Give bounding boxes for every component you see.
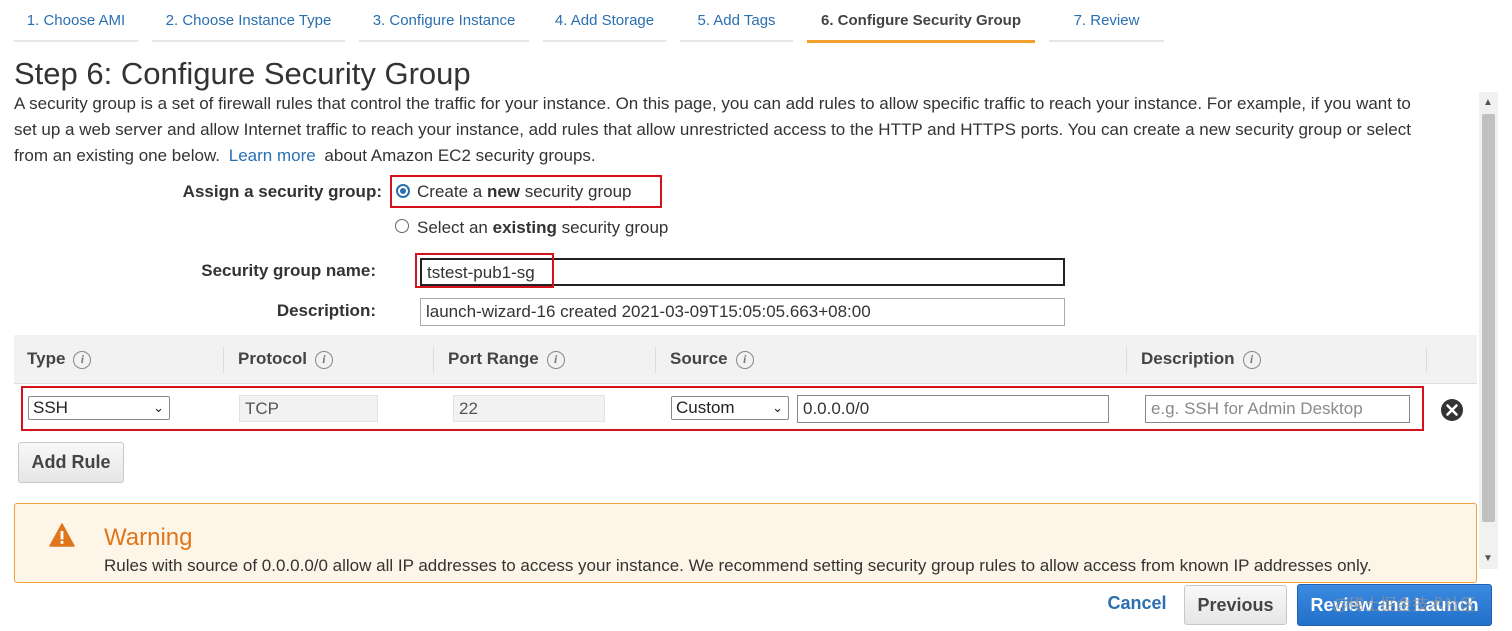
intro-text-post: about Amazon EC2 security groups. <box>324 146 596 165</box>
header-separator <box>223 347 224 373</box>
rules-table-header: Type i Protocol i Port Range i Source i Desc… <box>14 335 1477 384</box>
info-icon[interactable]: i <box>1242 350 1261 369</box>
intro-text-pre: from an existing one below. <box>14 146 221 165</box>
header-port-range-label: Port Range <box>448 349 539 368</box>
description-label: Description: <box>276 301 376 320</box>
warning-triangle-icon <box>49 523 75 547</box>
description-input[interactable]: launch-wizard-16 created 2021-03-09T15:0… <box>420 298 1065 326</box>
previous-button[interactable]: Previous <box>1184 585 1287 625</box>
info-icon[interactable]: i <box>73 350 92 369</box>
highlight-box-rule-row <box>21 386 1424 431</box>
option-new-bold: new <box>486 182 520 201</box>
learn-more-link[interactable]: Learn more <box>229 146 316 165</box>
option-existing-bold: existing <box>492 218 557 237</box>
header-separator <box>1126 347 1127 373</box>
header-source-label: Source <box>670 349 728 368</box>
step-review[interactable]: 7. Review <box>1049 0 1164 42</box>
assign-security-group-label: Assign a security group: <box>182 182 382 201</box>
add-rule-button[interactable]: Add Rule <box>18 442 124 483</box>
option-existing-pre: Select an <box>417 218 493 237</box>
step-add-tags[interactable]: 5. Add Tags <box>680 0 793 42</box>
intro-text-line-2: set up a web server and allow Internet t… <box>14 120 1411 139</box>
header-port-range: Port Range i <box>448 335 565 383</box>
header-type-label: Type <box>27 349 66 368</box>
info-icon[interactable]: i <box>546 350 565 369</box>
header-description: Description i <box>1141 335 1261 383</box>
scroll-up-icon[interactable]: ▲ <box>1483 97 1493 108</box>
step-choose-ami[interactable]: 1. Choose AMI <box>14 0 138 42</box>
header-source: Source i <box>670 335 754 383</box>
info-icon[interactable]: i <box>314 350 333 369</box>
radio-select-existing-group[interactable] <box>395 219 409 233</box>
warning-text: Rules with source of 0.0.0.0/0 allow all… <box>104 556 1372 575</box>
header-protocol-label: Protocol <box>238 349 307 368</box>
header-type: Type i <box>27 335 92 383</box>
intro-text-line-1: A security group is a set of firewall ru… <box>14 94 1411 113</box>
radio-create-new-group[interactable] <box>396 184 410 198</box>
warning-title: Warning <box>104 524 193 551</box>
step-add-storage[interactable]: 4. Add Storage <box>543 0 666 42</box>
option-new-post: security group <box>520 182 632 201</box>
page-title: Step 6: Configure Security Group <box>14 56 471 91</box>
step-configure-security-group[interactable]: 6. Configure Security Group <box>807 0 1035 43</box>
option-create-new-label[interactable]: Create a new security group <box>417 182 632 202</box>
watermark-text: @稀土掘金技术社区 <box>1332 597 1477 614</box>
scrollbar-thumb[interactable] <box>1482 114 1495 522</box>
warning-box: Warning Rules with source of 0.0.0.0/0 a… <box>14 503 1477 583</box>
vertical-scrollbar[interactable]: ▲ ▼ <box>1479 92 1498 569</box>
header-separator <box>433 347 434 373</box>
intro-text-line-3: from an existing one below. Learn more a… <box>14 146 1479 166</box>
option-select-existing-label[interactable]: Select an existing security group <box>417 218 668 238</box>
option-existing-post: security group <box>556 218 669 237</box>
header-protocol: Protocol i <box>238 335 333 383</box>
close-circle-icon[interactable] <box>1440 398 1464 422</box>
header-separator <box>655 347 656 373</box>
step-choose-instance-type[interactable]: 2. Choose Instance Type <box>152 0 345 42</box>
info-icon[interactable]: i <box>735 350 754 369</box>
option-new-pre: Create a <box>417 182 487 201</box>
scroll-down-icon[interactable]: ▼ <box>1483 553 1493 564</box>
header-separator <box>1426 347 1427 373</box>
description-value: launch-wizard-16 created 2021-03-09T15:0… <box>426 302 871 321</box>
cancel-link[interactable]: Cancel <box>1096 593 1178 614</box>
security-group-name-label: Security group name: <box>201 261 376 280</box>
header-description-label: Description <box>1141 349 1235 368</box>
highlight-box-group-name <box>415 253 554 288</box>
step-configure-instance[interactable]: 3. Configure Instance <box>359 0 529 42</box>
